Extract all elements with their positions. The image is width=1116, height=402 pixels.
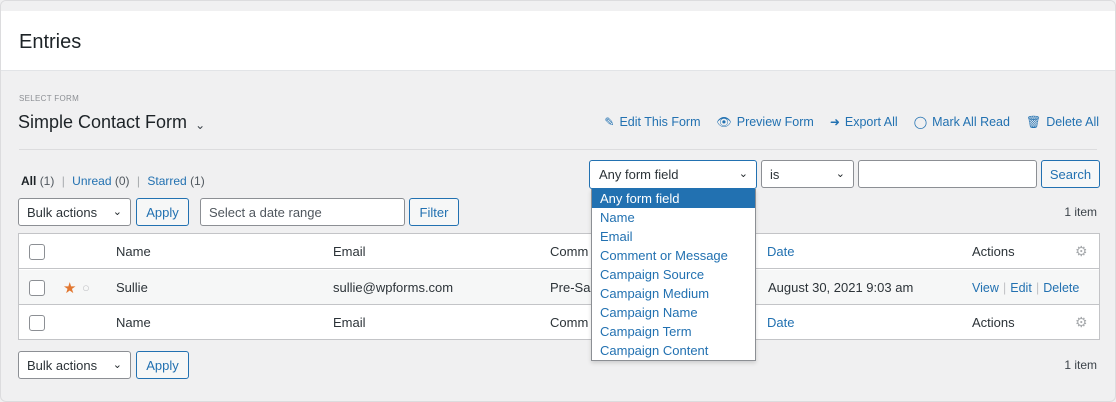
entry-email: sullie@wpforms.com [333, 280, 454, 295]
edit-form-label: Edit This Form [619, 115, 701, 129]
mark-all-read-label: Mark All Read [932, 115, 1010, 129]
export-icon: ➜ [829, 115, 840, 129]
field-select[interactable]: Any form field ⌄ [589, 160, 757, 189]
entries-table: Name Email Comm Date Actions ⚙ ★ ○ Sulli… [18, 233, 1100, 340]
col-date[interactable]: Date [767, 305, 794, 340]
edit-form-link[interactable]: ✎ Edit This Form [604, 115, 700, 129]
divider [19, 149, 1097, 150]
view-separator: | [136, 174, 141, 188]
search-button[interactable]: Search [1041, 160, 1100, 188]
col-email[interactable]: Email [333, 305, 366, 340]
form-selector[interactable]: Simple Contact Form ⌄ [18, 112, 205, 133]
link-separator: | [1035, 280, 1040, 295]
preview-form-link[interactable]: 👁 Preview Form [717, 115, 814, 129]
circle-icon: ◯ [913, 115, 928, 129]
table-footer-row: Name Email Comm Date Actions ⚙ [19, 305, 1099, 340]
field-option[interactable]: Name [592, 208, 755, 227]
delete-entry-link[interactable]: Delete [1043, 281, 1079, 295]
entry-comment: Pre-Sal [550, 280, 594, 295]
view-unread-count: (0) [114, 174, 130, 188]
mark-all-read-link[interactable]: ◯ Mark All Read [914, 115, 1010, 129]
view-unread-link[interactable]: Unread [72, 174, 111, 188]
link-separator: | [1002, 280, 1007, 295]
trash-icon: 🗑 [1025, 115, 1042, 129]
field-option[interactable]: Comment or Message [592, 246, 755, 265]
chevron-down-icon: ⌄ [738, 168, 748, 180]
bulk-actions-select[interactable]: Bulk actions ⌄ [18, 198, 131, 226]
col-date[interactable]: Date [767, 234, 794, 269]
field-option[interactable]: Campaign Source [592, 265, 755, 284]
top-strip [1, 1, 1115, 11]
preview-form-label: Preview Form [736, 115, 814, 129]
star-icon[interactable]: ★ [63, 270, 76, 305]
field-option[interactable]: Campaign Name [592, 303, 755, 322]
pencil-icon: ✎ [604, 115, 615, 129]
item-count-bottom: 1 item [1064, 358, 1097, 372]
col-name[interactable]: Name [116, 305, 151, 340]
bulk-actions-value: Bulk actions [27, 357, 98, 373]
operator-select-value: is [770, 166, 780, 182]
form-selector-value: Simple Contact Form [18, 112, 188, 132]
filter-button[interactable]: Filter [409, 198, 459, 226]
field-option[interactable]: Campaign Content [592, 341, 755, 360]
field-option[interactable]: Campaign Medium [592, 284, 755, 303]
page-header: Entries [1, 11, 1115, 71]
export-all-link[interactable]: ➜ Export All [830, 115, 898, 129]
delete-all-label: Delete All [1046, 115, 1099, 129]
field-option[interactable]: Campaign Term [592, 322, 755, 341]
eye-icon: 👁 [716, 115, 732, 129]
table-row: ★ ○ Sullie sullie@wpforms.com Pre-Sal Au… [19, 270, 1099, 305]
delete-all-link[interactable]: 🗑 Delete All [1026, 115, 1099, 129]
gear-icon[interactable]: ⚙ [1075, 244, 1089, 258]
view-starred-link[interactable]: Starred [147, 174, 186, 188]
edit-entry-link[interactable]: Edit [1010, 281, 1032, 295]
select-all-checkbox[interactable] [29, 244, 45, 260]
col-name[interactable]: Name [116, 234, 151, 269]
col-actions: Actions [972, 244, 1015, 259]
row-checkbox[interactable] [29, 280, 45, 296]
view-separator: | [61, 174, 65, 188]
view-all-count: (1) [39, 174, 55, 188]
table-header-row: Name Email Comm Date Actions ⚙ [19, 234, 1099, 269]
field-option[interactable]: Email [592, 227, 755, 246]
search-input[interactable] [858, 160, 1037, 188]
chevron-down-icon: ⌄ [112, 206, 122, 218]
entry-name: Sullie [116, 280, 148, 295]
field-select-dropdown: Any form field Name Email Comment or Mes… [591, 189, 756, 361]
chevron-down-icon: ⌄ [112, 359, 122, 371]
select-form-label: SELECT FORM [19, 94, 80, 103]
view-entry-link[interactable]: View [972, 281, 999, 295]
entry-actions: View | Edit | Delete [972, 270, 1079, 305]
view-starred-count: (1) [190, 174, 205, 188]
view-all-link[interactable]: All [21, 174, 36, 188]
entry-date: August 30, 2021 9:03 am [768, 280, 914, 295]
chevron-down-icon: ⌄ [835, 168, 845, 180]
export-all-label: Export All [844, 115, 898, 129]
operator-select[interactable]: is ⌄ [761, 160, 854, 188]
item-count: 1 item [1064, 205, 1097, 219]
form-actions: ✎ Edit This Form 👁 Preview Form ➜ Export Al… [604, 115, 1099, 129]
gear-icon[interactable]: ⚙ [1075, 315, 1089, 329]
bulk-actions-select-bottom[interactable]: Bulk actions ⌄ [18, 351, 131, 379]
col-actions: Actions [972, 315, 1015, 330]
col-comment[interactable]: Comm [550, 234, 588, 269]
field-select-value: Any form field [599, 167, 679, 182]
field-option[interactable]: Any form field [592, 189, 755, 208]
bulk-actions-value: Bulk actions [27, 204, 98, 220]
date-range-input[interactable]: Select a date range [200, 198, 405, 226]
apply-button[interactable]: Apply [136, 198, 189, 226]
col-email[interactable]: Email [333, 234, 366, 269]
unread-circle-icon[interactable]: ○ [82, 270, 90, 305]
view-filters: All (1) | Unread (0) | Starred (1) [21, 174, 205, 188]
entries-page: Entries SELECT FORM Simple Contact Form … [0, 0, 1116, 402]
select-all-checkbox[interactable] [29, 315, 45, 331]
apply-button-bottom[interactable]: Apply [136, 351, 189, 379]
page-title: Entries [19, 31, 82, 53]
chevron-down-icon: ⌄ [195, 117, 206, 132]
col-comment[interactable]: Comm [550, 305, 588, 340]
